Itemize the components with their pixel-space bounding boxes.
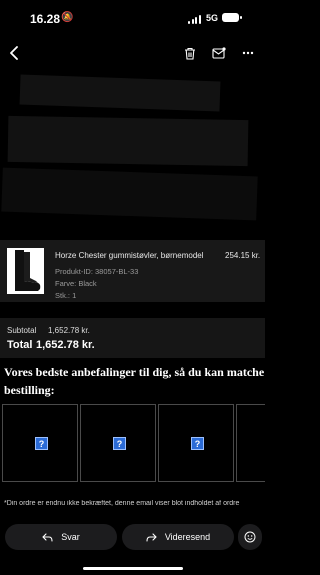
mail-icon: [212, 47, 226, 59]
home-indicator: [83, 567, 183, 570]
network-label: 5G: [206, 13, 219, 23]
status-time: 16.28: [30, 12, 61, 26]
broken-image-icon: ?: [35, 437, 48, 450]
recommendation-card[interactable]: ?: [80, 404, 156, 482]
total-label: Total: [7, 339, 33, 351]
product-image: [7, 248, 44, 294]
order-line-item: Horze Chester gummistøvler, børnemodel 2…: [0, 240, 265, 302]
forward-label: Videresend: [164, 532, 211, 542]
subtotal-label: Subtotal: [7, 326, 37, 335]
order-totals: Subtotal 1,652.78 kr. Total 1,652.78 kr.: [0, 318, 265, 358]
broken-image-icon: ?: [113, 437, 126, 450]
mail-toolbar: [0, 38, 265, 68]
more-icon: [242, 51, 254, 55]
footer-note: *Din ordre er endnu ikke bekræftet, denn…: [4, 500, 240, 507]
product-price: 254.15 kr.: [225, 251, 261, 260]
recommendations-heading: Vores bedste anbefalinger til dig, så du…: [4, 363, 266, 399]
signal-icon: [188, 15, 202, 24]
more-button[interactable]: [238, 38, 258, 68]
product-id: Produkt-ID: 38057-BL-33: [55, 267, 139, 276]
broken-image-icon: ?: [191, 437, 204, 450]
reply-button[interactable]: Svar: [5, 524, 117, 550]
recommendation-card[interactable]: ?: [2, 404, 78, 482]
product-color: Farve: Black: [55, 279, 97, 288]
battery-icon: [222, 13, 242, 22]
trash-icon: [185, 47, 195, 60]
reply-label: Svar: [61, 532, 80, 542]
product-name[interactable]: Horze Chester gummistøvler, børnemodel: [55, 251, 204, 260]
redacted-area: [19, 74, 221, 112]
recommendations-heading-line: Vores bedste anbefalinger til dig, så du…: [4, 365, 265, 379]
status-bar: 16.28 🔕 5G: [0, 0, 265, 38]
product-quantity: Stk.: 1: [55, 291, 77, 300]
redacted-area: [1, 167, 258, 221]
back-icon: [10, 46, 18, 60]
forward-button[interactable]: Videresend: [122, 524, 234, 550]
recommendation-card[interactable]: ?: [158, 404, 234, 482]
mark-mail-button[interactable]: [210, 38, 228, 68]
emoji-reaction-button[interactable]: [238, 524, 262, 550]
redacted-area: [7, 115, 249, 167]
emoji-icon: [244, 531, 256, 543]
delete-button[interactable]: [181, 38, 199, 68]
reply-icon: [42, 532, 53, 542]
total-value: 1,652.78 kr.: [36, 339, 95, 351]
recommendations-grid: ? ? ?: [0, 404, 265, 484]
recommendations-heading-line: bestilling:: [4, 383, 55, 397]
subtotal-value: 1,652.78 kr.: [48, 326, 90, 335]
back-button[interactable]: [4, 38, 24, 68]
recommendation-card[interactable]: [236, 404, 265, 482]
silent-bell-icon: 🔕: [61, 12, 74, 23]
forward-icon: [146, 532, 157, 542]
